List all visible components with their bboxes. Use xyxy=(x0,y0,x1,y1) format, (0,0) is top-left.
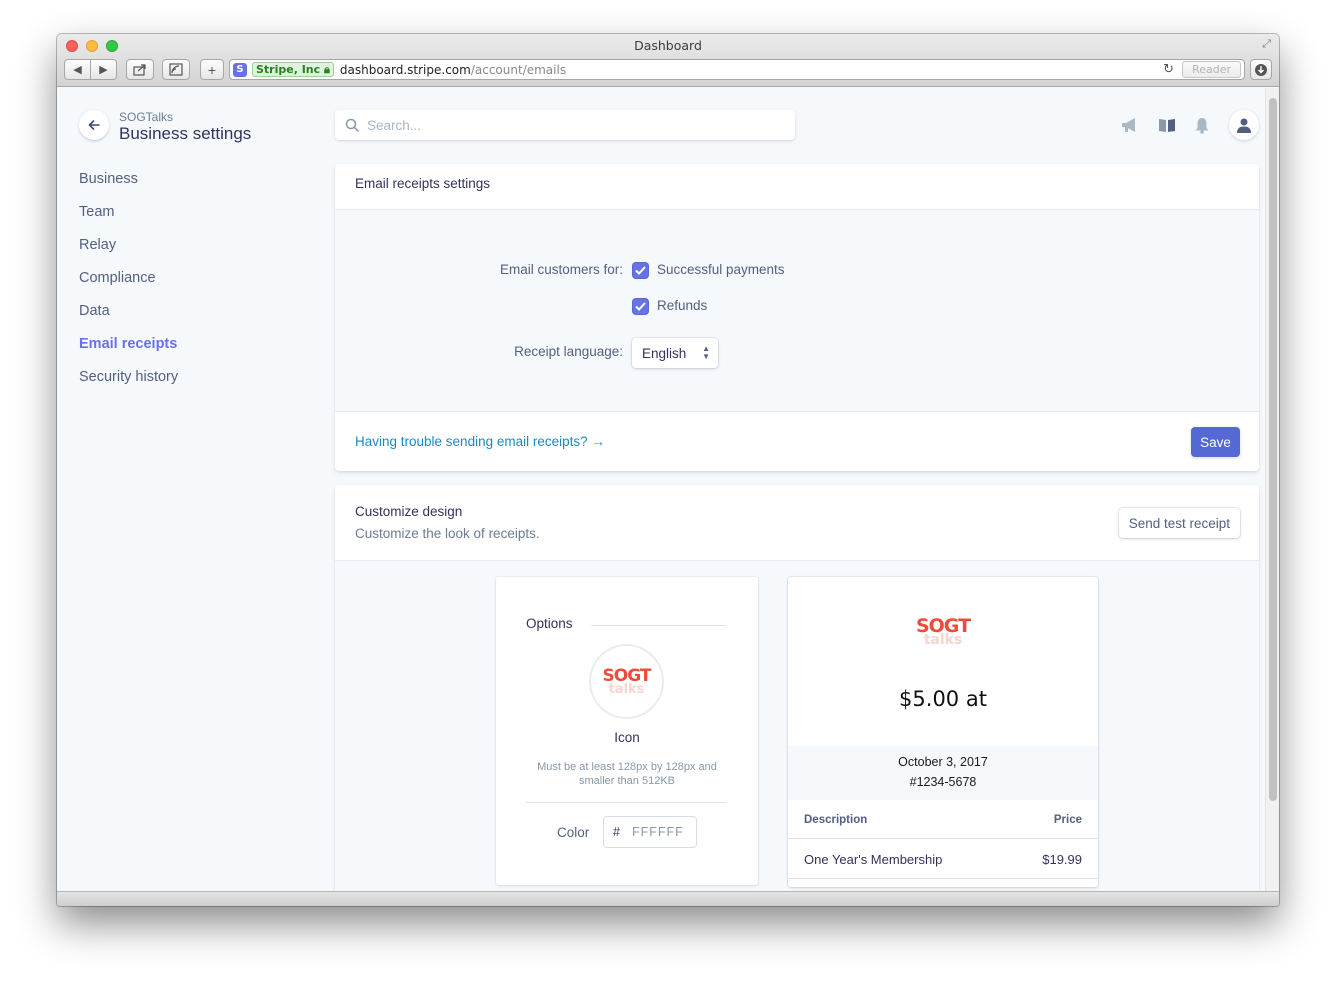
stripe-favicon-icon: S xyxy=(233,62,247,77)
address-bar[interactable]: S Stripe, Inc 🔒︎ dashboard.stripe.com/ac… xyxy=(229,59,1245,80)
card-title: Email receipts settings xyxy=(335,164,1259,210)
ev-certificate-badge[interactable]: Stripe, Inc 🔒︎ xyxy=(252,62,334,77)
column-price: Price xyxy=(1053,814,1082,826)
plus-icon: + xyxy=(207,61,217,78)
options-panel: Options SOGT talks Icon Must be at least… xyxy=(496,577,758,885)
color-label: Color xyxy=(557,825,590,840)
forward-arrow-icon[interactable]: ▶ xyxy=(91,63,116,76)
color-field[interactable]: # FFFFFF xyxy=(604,817,696,847)
sidebar-nav: Business Team Relay Compliance Data Emai… xyxy=(79,168,178,399)
announcements-button[interactable] xyxy=(1120,116,1140,134)
download-icon xyxy=(1255,63,1267,76)
bell-icon xyxy=(1195,117,1209,134)
fullscreen-icon[interactable]: ⤢ xyxy=(1262,38,1271,51)
icon-upload[interactable]: SOGT talks xyxy=(591,646,662,717)
successful-payments-checkbox[interactable] xyxy=(633,263,648,278)
vertical-scrollbar[interactable] xyxy=(1265,88,1279,891)
receipt-preview: SOGT talks $5.00 at October 3, 2017 #123… xyxy=(788,577,1098,887)
status-bar xyxy=(57,891,1279,906)
megaphone-icon xyxy=(1122,118,1135,132)
table-header: Description Price xyxy=(788,800,1098,839)
refunds-label[interactable]: Refunds xyxy=(657,298,707,313)
save-button[interactable]: Save xyxy=(1191,427,1240,457)
customize-header: Customize design Customize the look of r… xyxy=(335,485,1259,561)
checkmark-icon xyxy=(635,302,646,311)
card-footer: Having trouble sending email receipts? →… xyxy=(335,412,1259,470)
selected-language: English xyxy=(642,345,687,361)
customize-design-card: Customize design Customize the look of r… xyxy=(335,485,1259,891)
title-bar: Dashboard ⤢ ◀ ▶ + S Stripe, Inc 🔒︎ dashb… xyxy=(57,34,1279,87)
org-name: SOGTalks xyxy=(119,110,174,124)
checkmark-icon xyxy=(635,266,646,275)
window-title: Dashboard xyxy=(634,38,702,53)
icon-label: Icon xyxy=(614,730,640,745)
receipt-language-label: Receipt language: xyxy=(514,344,623,359)
reading-list-icon xyxy=(169,63,183,76)
options-title: Options xyxy=(526,616,573,631)
search-box[interactable] xyxy=(335,110,795,140)
trouble-sending-link[interactable]: Having trouble sending email receipts? → xyxy=(355,434,605,449)
reading-list-button[interactable] xyxy=(162,59,190,80)
scrollbar-thumb[interactable] xyxy=(1269,98,1277,801)
page-title: Business settings xyxy=(119,124,252,143)
hash-prefix: # xyxy=(613,825,620,839)
lock-icon: 🔒︎ xyxy=(324,63,330,76)
page-content: SOGTalks Business settings Business Team… xyxy=(57,88,1265,891)
url-path: /account/emails xyxy=(470,62,567,77)
sidebar-item-relay[interactable]: Relay xyxy=(79,234,178,267)
user-icon xyxy=(1237,118,1251,133)
new-tab-button[interactable]: + xyxy=(200,59,224,80)
receipt-number: #1234-5678 xyxy=(909,775,977,789)
send-test-receipt-button[interactable]: Send test receipt xyxy=(1118,508,1240,538)
search-input[interactable] xyxy=(367,117,767,133)
chevron-up-down-icon: ▲ ▼ xyxy=(702,344,710,361)
account-avatar[interactable] xyxy=(1229,110,1259,140)
logo-sub-text: talks xyxy=(923,632,963,648)
reader-button[interactable]: Reader xyxy=(1182,61,1241,78)
receipt-table: Description Price One Year's Membership … xyxy=(788,800,1098,879)
back-forward-buttons[interactable]: ◀ ▶ xyxy=(64,59,117,80)
item-price: $19.99 xyxy=(1042,852,1082,867)
share-button[interactable] xyxy=(126,59,154,80)
back-arrow-icon[interactable]: ◀ xyxy=(65,63,90,76)
receipt-amount: $5.00 at xyxy=(899,687,987,711)
search-icon xyxy=(345,118,359,132)
column-description: Description xyxy=(804,814,868,826)
settings-form: Email customers for: Successful payments… xyxy=(335,210,1259,412)
color-value: FFFFFF xyxy=(631,825,684,839)
downloads-button[interactable] xyxy=(1250,59,1272,80)
sidebar-item-data[interactable]: Data xyxy=(79,300,178,333)
table-row: One Year's Membership $19.99 xyxy=(788,839,1098,879)
sidebar-item-email-receipts[interactable]: Email receipts xyxy=(79,333,178,366)
customize-title: Customize design xyxy=(355,504,463,519)
reload-icon[interactable]: ↻ xyxy=(1163,62,1174,77)
back-button[interactable] xyxy=(79,110,109,140)
sidebar-item-team[interactable]: Team xyxy=(79,201,178,234)
url-host: dashboard.stripe.com xyxy=(339,62,471,77)
sidebar-item-compliance[interactable]: Compliance xyxy=(79,267,178,300)
sidebar-item-security-history[interactable]: Security history xyxy=(79,366,178,399)
receipt-date: October 3, 2017 xyxy=(898,755,988,769)
divider xyxy=(526,802,726,803)
receipt-logo: SOGT talks xyxy=(788,617,1098,648)
email-customers-label: Email customers for: xyxy=(499,262,623,277)
item-description: One Year's Membership xyxy=(804,852,943,867)
receipt-meta: October 3, 2017 #1234-5678 xyxy=(788,746,1098,800)
sidebar-item-business[interactable]: Business xyxy=(79,168,178,201)
receipt-language-select[interactable]: English ▲ ▼ xyxy=(632,338,718,368)
book-icon xyxy=(1159,119,1175,132)
icon-hint: Must be at least 128px by 128px and smal… xyxy=(537,761,717,787)
share-icon xyxy=(133,64,146,76)
notifications-button[interactable] xyxy=(1192,116,1212,134)
arrow-left-icon xyxy=(88,120,100,130)
refunds-checkbox[interactable] xyxy=(633,299,648,314)
browser-window: Dashboard ⤢ ◀ ▶ + S Stripe, Inc 🔒︎ dashb… xyxy=(57,34,1279,906)
customize-subtitle: Customize the look of receipts. xyxy=(355,526,540,541)
docs-button[interactable] xyxy=(1157,116,1177,134)
logo-sub-text: talks xyxy=(608,681,645,697)
customize-body: Options SOGT talks Icon Must be at least… xyxy=(335,561,1259,891)
divider xyxy=(591,625,726,626)
email-receipts-settings-card: Email receipts settings Email customers … xyxy=(335,164,1259,471)
successful-payments-label[interactable]: Successful payments xyxy=(657,262,785,277)
